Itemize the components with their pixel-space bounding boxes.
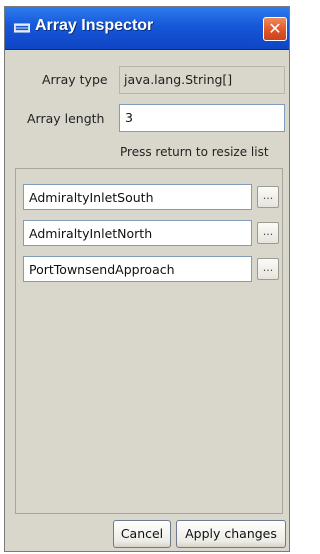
array-length-label: Array length [27, 111, 105, 126]
app-icon [14, 23, 30, 33]
elements-list: AdmiraltyInletSouth ... AdmiraltyInletNo… [15, 168, 283, 514]
edit-element-button[interactable]: ... [257, 258, 279, 280]
title-bar[interactable]: Array Inspector ✕ [5, 7, 289, 50]
cancel-button[interactable]: Cancel [113, 520, 171, 548]
element-input[interactable]: PortTownsendApproach [23, 256, 252, 282]
edit-element-button[interactable]: ... [257, 186, 279, 208]
close-button[interactable]: ✕ [263, 17, 287, 41]
window-title: Array Inspector [35, 17, 154, 34]
element-input[interactable]: AdmiraltyInletSouth [23, 184, 252, 210]
array-inspector-window: Array Inspector ✕ Array type java.lang.S… [4, 6, 290, 552]
array-type-value: java.lang.String[] [119, 66, 285, 94]
resize-hint: Press return to resize list [120, 145, 269, 159]
close-icon: ✕ [268, 19, 282, 38]
element-input[interactable]: AdmiraltyInletNorth [23, 220, 252, 246]
array-type-label: Array type [42, 72, 108, 87]
apply-changes-button[interactable]: Apply changes [176, 520, 286, 548]
array-length-input[interactable]: 3 [119, 104, 285, 132]
edit-element-button[interactable]: ... [257, 222, 279, 244]
